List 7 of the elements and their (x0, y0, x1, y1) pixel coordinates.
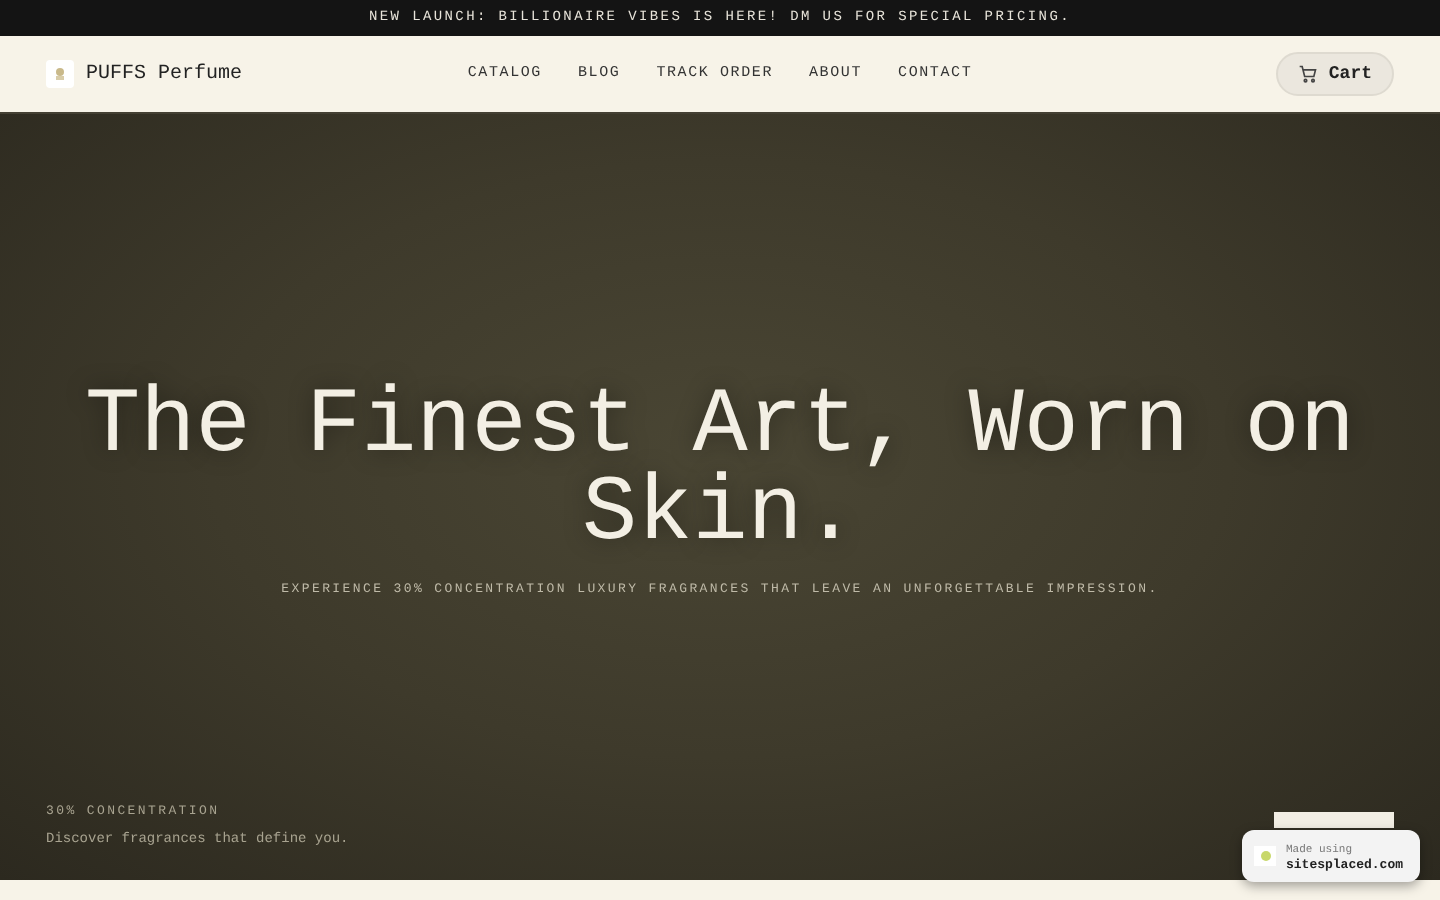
hero-title: The Finest Art, Worn on Skin. (83, 382, 1357, 558)
badge-logo-icon (1254, 846, 1276, 866)
cart-button[interactable]: Cart (1276, 52, 1394, 96)
cart-icon (1298, 64, 1319, 84)
logo-icon[interactable] (46, 60, 74, 88)
brand-name[interactable]: PUFFS Perfume (86, 63, 243, 85)
shop-button[interactable] (1274, 812, 1394, 828)
